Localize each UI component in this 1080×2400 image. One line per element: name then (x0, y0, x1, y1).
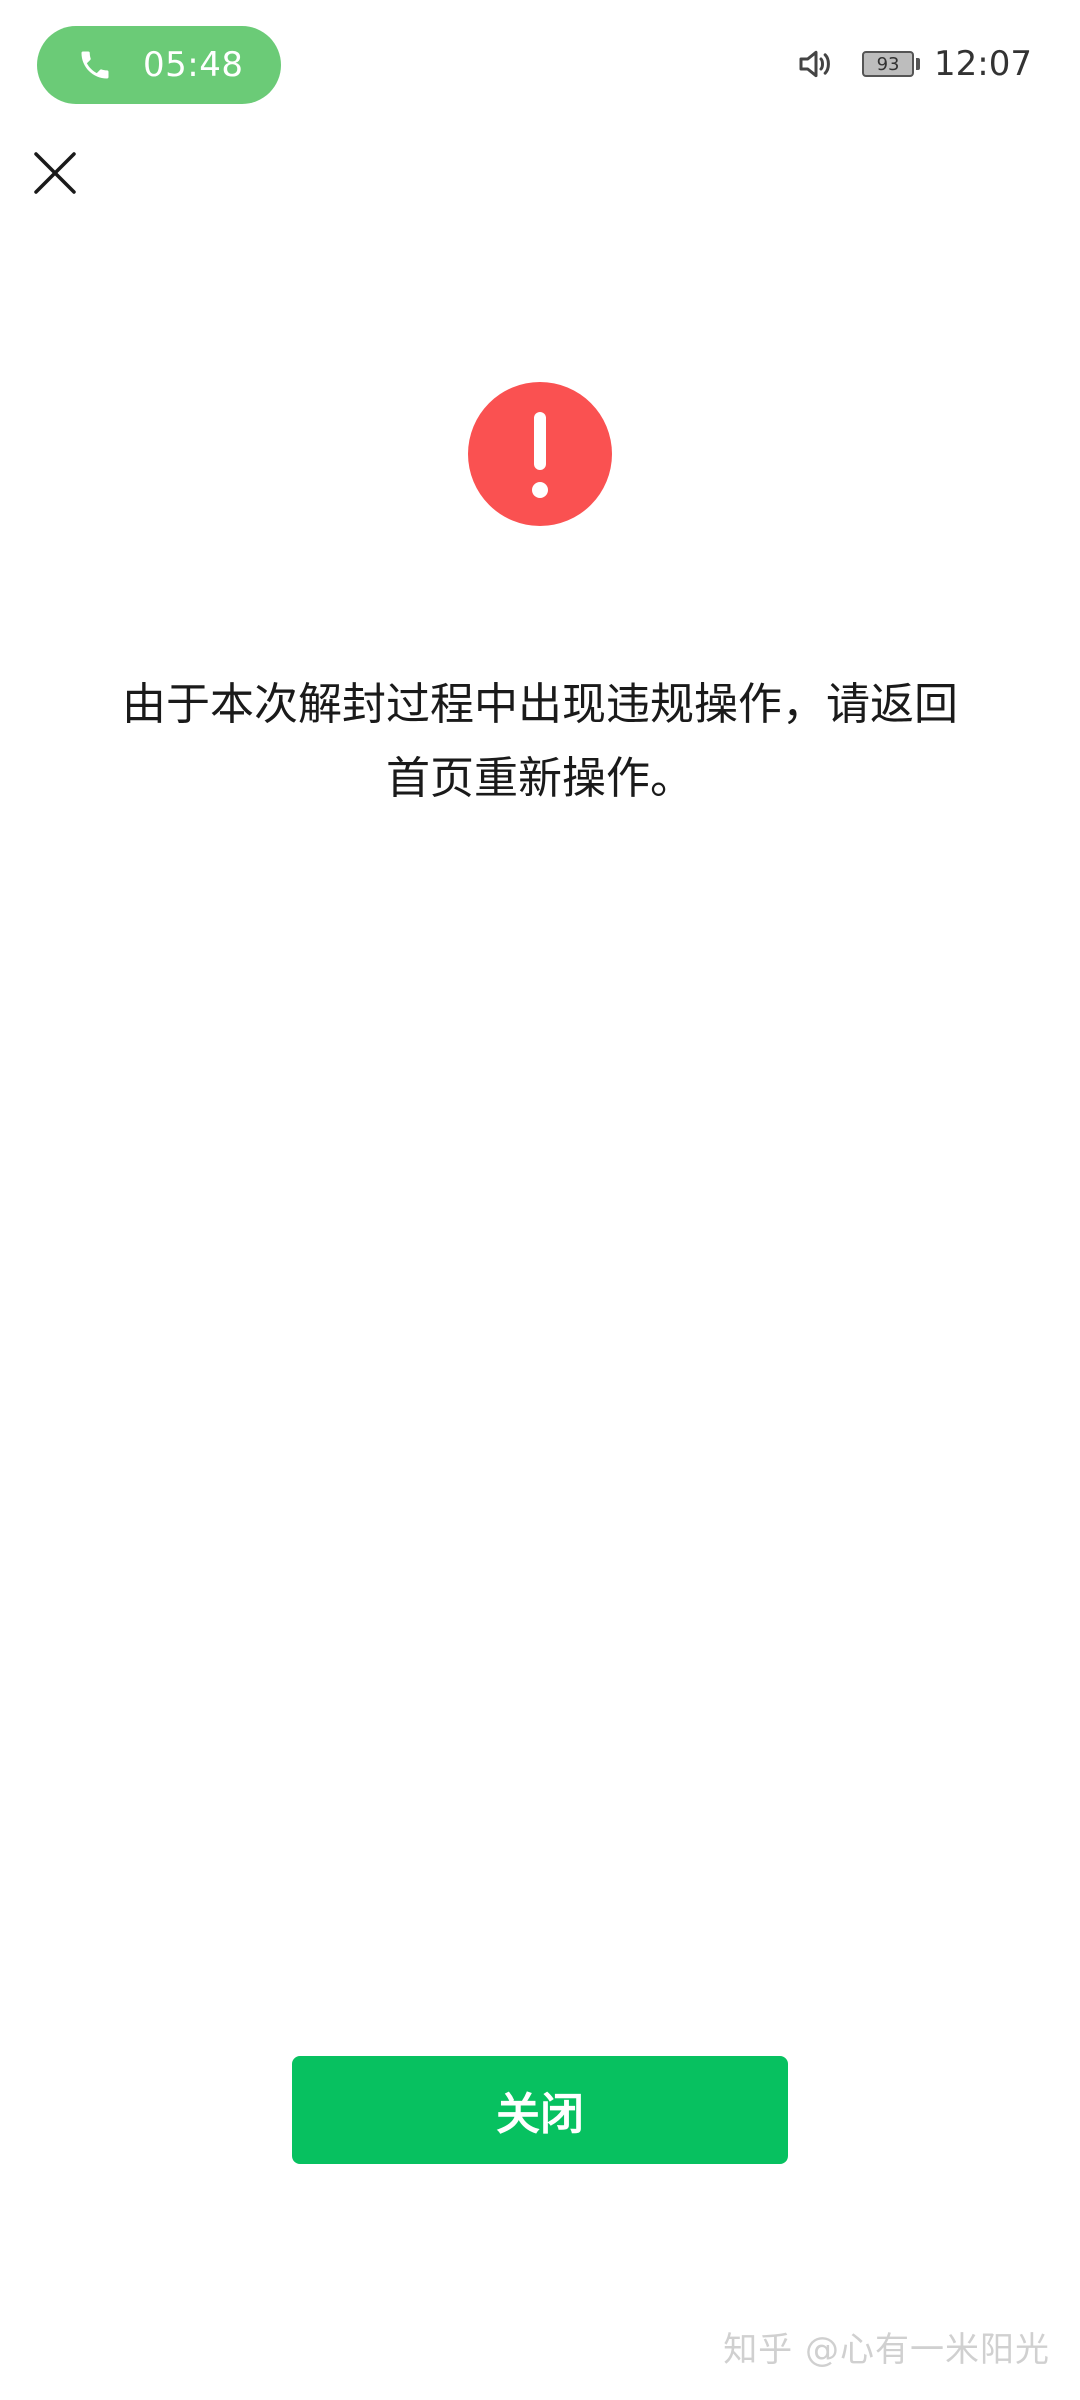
ongoing-call-pill[interactable]: 05:48 (37, 26, 281, 104)
volume-icon (796, 44, 836, 84)
error-message-line1: 由于本次解封过程中出现违规操作，请返回 (122, 679, 958, 730)
battery-tip (916, 58, 921, 70)
exclamation-icon (468, 382, 612, 526)
call-duration: 05:48 (143, 45, 244, 85)
screen: 05:48 93 12:07 由于本次解封过程中出现违规操作，请返回 首页重新操… (0, 0, 1080, 2400)
close-icon[interactable] (30, 148, 80, 198)
status-bar-right: 93 12:07 (796, 36, 1032, 92)
battery-level: 93 (862, 51, 915, 77)
battery-icon: 93 (862, 51, 921, 77)
status-clock: 12:07 (934, 44, 1032, 84)
phone-icon (77, 47, 113, 83)
error-message: 由于本次解封过程中出现违规操作，请返回 首页重新操作。 (80, 668, 1000, 816)
watermark-text: 知乎 @心有一米阳光 (723, 2330, 1050, 2370)
error-message-line2: 首页重新操作。 (386, 753, 694, 804)
close-button[interactable]: 关闭 (292, 2056, 788, 2164)
